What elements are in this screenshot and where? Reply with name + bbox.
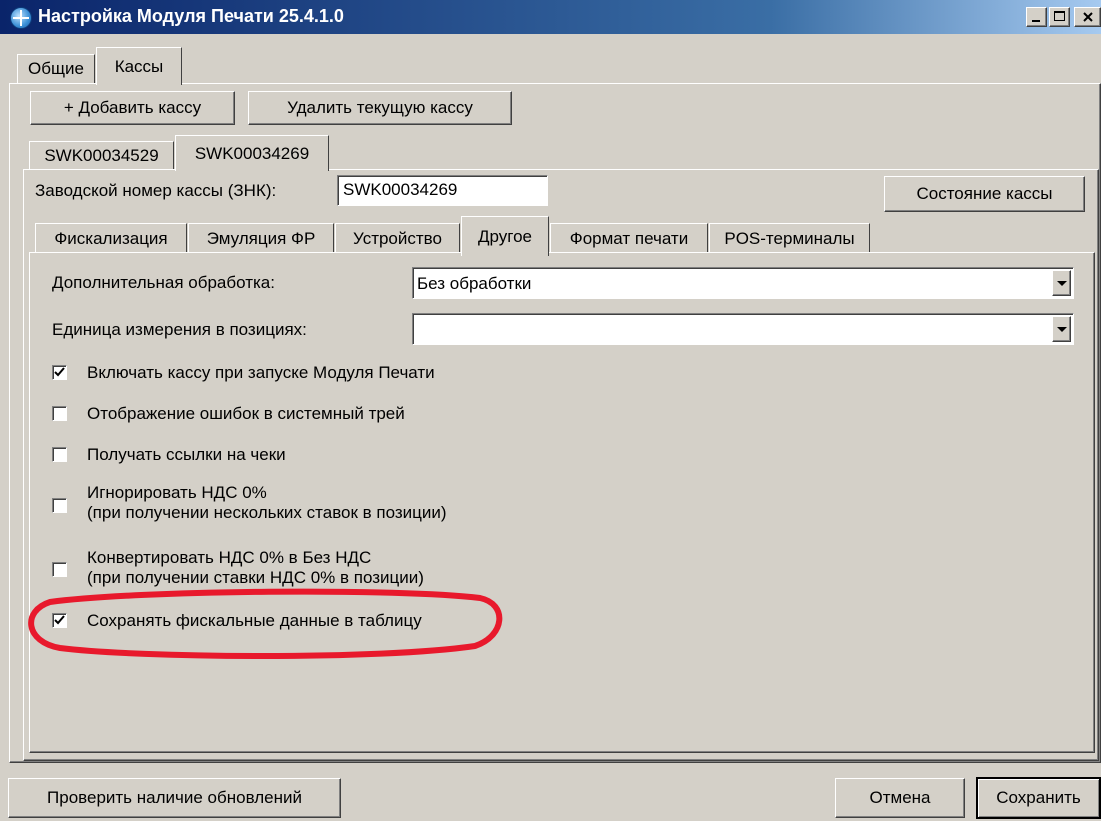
checkbox-box[interactable]	[52, 498, 67, 513]
tab-device[interactable]: Устройство	[335, 223, 460, 253]
cancel-button[interactable]: Отмена	[835, 778, 965, 818]
minimize-button[interactable]	[1026, 7, 1047, 27]
cancel-label: Отмена	[869, 788, 931, 807]
maximize-icon	[1054, 11, 1065, 21]
add-register-label: + Добавить кассу	[63, 98, 202, 117]
tab-register-2[interactable]: SWK00034269	[175, 135, 329, 171]
tab-general-label: Общие	[28, 59, 84, 78]
tab-register-1-label: SWK00034529	[44, 146, 159, 165]
register-status-button[interactable]: Состояние кассы	[884, 176, 1085, 212]
checkbox-label-line2: (при получении ставки НДС 0% в позиции)	[87, 568, 424, 587]
checkbox-label-line1: Игнорировать НДС 0%	[87, 483, 267, 502]
save-label: Сохранить	[996, 788, 1081, 807]
tab-register-2-label: SWK00034269	[194, 143, 310, 163]
checkbox-label: Конвертировать НДС 0% в Без НДС (при пол…	[87, 548, 424, 588]
serial-value: SWK00034269	[343, 180, 458, 199]
unit-label: Единица измерения в позициях:	[52, 320, 307, 339]
tab-other[interactable]: Другое	[461, 216, 549, 256]
save-button[interactable]: Сохранить	[976, 777, 1101, 819]
checkmark-icon	[54, 367, 65, 377]
serial-label: Заводской номер кассы (ЗНК):	[35, 181, 277, 200]
unit-dropdown-button[interactable]	[1052, 316, 1071, 342]
close-icon	[1083, 12, 1093, 22]
tab-fiscalization[interactable]: Фискализация	[35, 223, 187, 253]
serial-input[interactable]: SWK00034269	[337, 175, 548, 206]
register-status-label: Состояние кассы	[916, 184, 1053, 203]
checkbox-box[interactable]	[52, 562, 67, 577]
processing-dropdown-button[interactable]	[1052, 270, 1071, 296]
maximize-button[interactable]	[1049, 7, 1070, 27]
delete-register-label: Удалить текущую кассу	[287, 98, 473, 117]
tab-general[interactable]: Общие	[17, 54, 95, 83]
checkbox-box[interactable]	[52, 447, 67, 462]
tab-registers-label: Кассы	[114, 56, 164, 76]
checkbox-box[interactable]	[52, 406, 67, 421]
tab-registers[interactable]: Кассы	[96, 47, 182, 85]
check-updates-button[interactable]: Проверить наличие обновлений	[8, 778, 341, 818]
checkbox-label: Отображение ошибок в системный трей	[87, 404, 405, 423]
processing-select[interactable]: Без обработки	[412, 267, 1074, 299]
app-globe-icon	[10, 7, 32, 29]
close-button[interactable]	[1074, 7, 1101, 27]
checkbox-label: Получать ссылки на чеки	[87, 445, 286, 464]
tab-emulation-label: Эмуляция ФР	[206, 228, 316, 248]
tab-print-format-label: Формат печати	[569, 228, 689, 248]
tab-fiscalization-label: Фискализация	[54, 228, 168, 248]
unit-select[interactable]	[412, 313, 1074, 345]
chevron-down-icon	[1056, 280, 1067, 286]
add-register-button[interactable]: + Добавить кассу	[30, 91, 235, 125]
tab-device-label: Устройство	[353, 228, 442, 248]
checkbox-label: Включать кассу при запуске Модуля Печати	[87, 363, 435, 382]
tab-print-format[interactable]: Формат печати	[550, 223, 708, 253]
processing-label: Дополнительная обработка:	[52, 273, 275, 292]
checkbox-label: Игнорировать НДС 0% (при получении неско…	[87, 483, 447, 523]
check-updates-label: Проверить наличие обновлений	[47, 788, 302, 807]
highlight-ellipse	[28, 588, 503, 659]
tab-register-1[interactable]: SWK00034529	[29, 141, 174, 170]
minimize-icon	[1032, 20, 1040, 22]
tab-other-label: Другое	[477, 226, 532, 246]
checkbox-label-line1: Конвертировать НДС 0% в Без НДС	[87, 548, 372, 567]
window-title: Настройка Модуля Печати 25.4.1.0	[38, 6, 344, 26]
tab-emulation[interactable]: Эмуляция ФР	[188, 223, 334, 253]
tab-pos-terminals-label: POS-терминалы	[724, 228, 855, 248]
processing-value: Без обработки	[417, 274, 532, 293]
tab-pos-terminals[interactable]: POS-терминалы	[709, 223, 870, 253]
chevron-down-icon	[1056, 326, 1067, 332]
checkbox-label-line2: (при получении нескольких ставок в позиц…	[87, 503, 447, 522]
checkbox-box[interactable]	[52, 365, 67, 380]
delete-register-button[interactable]: Удалить текущую кассу	[248, 91, 512, 125]
